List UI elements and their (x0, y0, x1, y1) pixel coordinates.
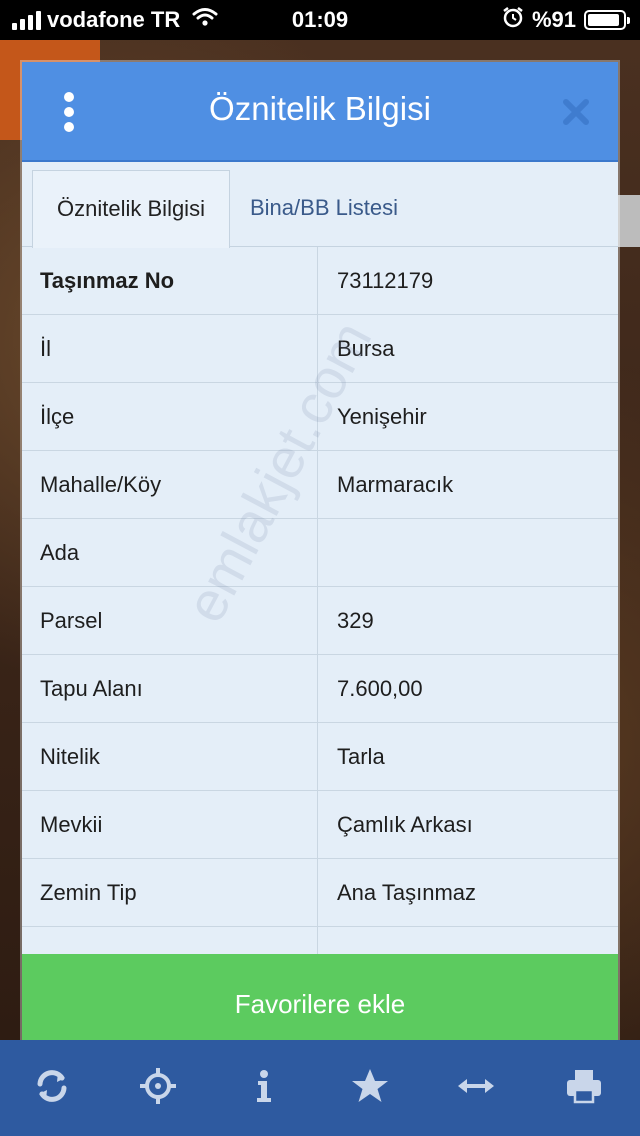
bottom-toolbar (0, 1040, 640, 1136)
row-label: Parsel (22, 587, 318, 654)
row-label: Ada (22, 519, 318, 586)
row-label: Nitelik (22, 723, 318, 790)
battery-icon (584, 10, 630, 30)
table-row: Nitelik Tarla (22, 723, 618, 791)
add-to-favorites-button[interactable]: Favorilere ekle (22, 954, 618, 1054)
row-value: 73112179 (337, 268, 434, 293)
attribute-info-modal: Öznitelik Bilgisi Öznitelik Bilgisi Bina… (22, 62, 618, 1054)
modal-header: Öznitelik Bilgisi (22, 62, 618, 162)
row-value: Bursa (337, 336, 395, 361)
map-scrollbar[interactable] (618, 195, 640, 247)
table-row: Parsel 329 (22, 587, 618, 655)
table-row: Mahalle/Köy Marmaracık (22, 451, 618, 519)
row-value: 329 (337, 608, 374, 633)
row-value: Tarla (337, 744, 385, 769)
attribute-table: Taşınmaz No 73112179 İl Bursa İlçe Yeniş… (22, 247, 618, 995)
row-label: Tapu Alanı (22, 655, 318, 722)
row-value (319, 519, 618, 586)
table-row: Zemin Tip Ana Taşınmaz (22, 859, 618, 927)
tab-attribute-info[interactable]: Öznitelik Bilgisi (32, 170, 230, 248)
row-value: Ana Taşınmaz (337, 880, 477, 905)
row-value: Çamlık Arkası (337, 812, 473, 837)
row-label: Mevkii (22, 791, 318, 858)
swap-arrows-icon[interactable] (456, 1066, 496, 1106)
table-row: Mevkii Çamlık Arkası (22, 791, 618, 859)
star-icon[interactable] (350, 1066, 390, 1106)
table-row: Tapu Alanı 7.600,00 (22, 655, 618, 723)
table-row: Taşınmaz No 73112179 (22, 247, 618, 315)
refresh-icon[interactable] (32, 1066, 72, 1106)
print-icon[interactable] (564, 1066, 604, 1106)
info-icon[interactable] (244, 1066, 284, 1106)
close-icon[interactable] (556, 92, 596, 132)
table-row: Ada (22, 519, 618, 587)
crosshair-icon[interactable] (138, 1066, 178, 1106)
table-row: İlçe Yenişehir (22, 383, 618, 451)
table-row: İl Bursa (22, 315, 618, 383)
row-value: 7.600,00 (337, 676, 423, 701)
row-label: Mahalle/Köy (22, 451, 318, 518)
row-value: Yenişehir (337, 404, 427, 429)
row-label: Taşınmaz No (22, 247, 318, 314)
battery-percent: %91 (531, 7, 576, 32)
status-bar: vodafone TR 01:09 %91 (0, 0, 640, 40)
row-label: Zemin Tip (22, 859, 318, 926)
row-label: İlçe (22, 383, 318, 450)
tab-bar: Öznitelik Bilgisi Bina/BB Listesi (22, 162, 618, 248)
row-label: İl (22, 315, 318, 382)
alarm-icon (502, 6, 524, 34)
tab-building-list[interactable]: Bina/BB Listesi (250, 170, 450, 246)
status-right: %91 (502, 6, 630, 34)
row-value: Marmaracık (337, 472, 454, 497)
modal-title: Öznitelik Bilgisi (209, 90, 431, 127)
